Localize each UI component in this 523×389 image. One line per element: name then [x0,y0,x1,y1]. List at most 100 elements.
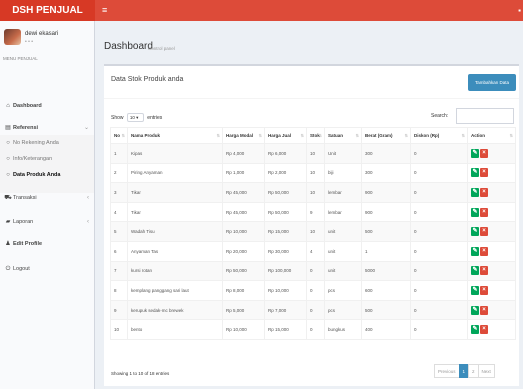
sort-icon: ⇅ [258,133,262,138]
sort-icon: ⇅ [509,133,513,138]
cell-product-name: kursi rotan [127,260,223,282]
edit-icon[interactable]: ✎ [471,246,479,256]
menu-header: MENU PENJUAL [3,56,38,61]
table-row: 1 Kipas Rp 4,000 Rp 6,000 10 Unit 300 0 ✎ × [110,143,516,164]
edit-icon[interactable]: ✎ [471,285,479,295]
cart-icon: ⛟ [4,195,12,201]
brand-logo[interactable]: DSH PENJUAL [0,0,95,21]
column-header[interactable]: Berat (Gram) ⇅ [361,127,411,144]
cell-sell-price: Rp 100,000 [264,260,307,282]
add-data-button[interactable]: Tambahkan Data [468,74,516,91]
sort-icon: ⇅ [404,133,408,138]
table-row: 5 Wadah Tisu Rp 10,000 Rp 15,000 10 unit 500 0 ✎… [110,221,516,242]
cell-row-number: 2 [110,162,128,184]
cell-product-name: Tikar [127,182,223,203]
top-navbar: DSH PENJUAL ≡ ▪ [0,0,523,21]
cell-cost-price: Rp 20,000 [222,240,265,262]
cell-sell-price: Rp 50,000 [264,201,307,223]
cell-weight: 5000 [361,260,411,282]
cell-discount: 0 [410,201,468,223]
delete-icon[interactable]: × [480,148,488,158]
cell-row-number: 3 [110,182,128,203]
cell-sell-price: Rp 15,000 [264,319,307,340]
delete-icon[interactable]: × [480,305,488,315]
sidebar-item-edit-profile[interactable]: ♟ Edit Profile [0,237,94,251]
table-row: 2 Piring Anyaman Rp 1,000 Rp 2,000 10 biji 300… [110,162,516,184]
cell-weight: 1 [361,240,411,262]
edit-icon[interactable]: ✎ [471,227,479,237]
cell-stock: 0 [306,319,325,340]
sort-icon: ⇅ [318,133,322,138]
cell-sell-price: Rp 10,000 [264,280,307,301]
delete-icon[interactable]: × [480,207,488,217]
cell-discount: 0 [410,319,468,340]
column-header[interactable]: Harga Modal ⇅ [222,127,265,144]
cell-row-number: 8 [110,280,128,301]
column-header[interactable]: Stok ⇅ [306,127,325,144]
edit-icon[interactable]: ✎ [471,325,479,335]
home-icon: ⌂ [6,103,10,109]
page-subtitle: Control panel [148,46,175,51]
cell-unit: lembar [324,201,362,223]
cell-weight: 300 [361,143,411,164]
cell-cost-price: Rp 1,000 [222,162,265,184]
delete-icon[interactable]: × [480,227,488,237]
cell-product-name: Wadah Tisu [127,221,223,242]
column-header[interactable]: Satuan ⇅ [324,127,362,144]
cell-discount: 0 [410,162,468,184]
sidebar-item-info-keterangan[interactable]: ○ Info/Keterangan [0,152,94,166]
column-header[interactable]: Action ⇅ [467,127,516,144]
column-header[interactable]: Harga Jual ⇅ [264,127,307,144]
column-header[interactable]: Nama Produk ⇅ [127,127,223,144]
cell-product-name: Tikar [127,201,223,223]
cell-product-name: Anyaman Tas [127,240,223,262]
column-header[interactable]: No ⇅ [110,127,128,144]
pagination-next[interactable]: Next [477,364,495,378]
search-input[interactable] [456,108,514,124]
sidebar-item-no-rekening[interactable]: ○ No Rekening Anda [0,136,94,150]
delete-icon[interactable]: × [480,325,488,335]
sort-icon: ⇅ [216,133,220,138]
cell-product-name: bento [127,319,223,340]
cell-weight: 900 [361,201,411,223]
cell-cost-price: Rp 4,000 [222,143,265,164]
sidebar-item-laporan[interactable]: ▰ Laporan ‹ [0,215,94,229]
sidebar-item-dashboard[interactable]: ⌂ Dashboard [0,99,94,113]
cell-unit: unit [324,260,362,282]
sidebar-item-data-produk[interactable]: ○ Data Produk Anda [0,168,94,182]
pagination: Previous 1 2 Next [434,364,495,378]
circle-icon: ○ [6,172,10,178]
delete-icon[interactable]: × [480,246,488,256]
table-row: 4 Tikar Rp 45,000 Rp 50,000 9 lembar 900 0 ✎ × [110,201,516,223]
pagination-previous[interactable]: Previous [434,364,460,378]
sidebar-item-transaksi[interactable]: ⛟ Transaksi ‹ [0,191,94,205]
edit-icon[interactable]: ✎ [471,305,479,315]
edit-icon[interactable]: ✎ [471,207,479,217]
delete-icon[interactable]: × [480,266,488,276]
delete-icon[interactable]: × [480,285,488,295]
cell-unit: unit [324,240,362,262]
table-row: 7 kursi rotan Rp 50,000 Rp 100,000 0 unit 5000… [110,260,516,282]
user-status: • • • [25,39,34,45]
edit-icon[interactable]: ✎ [471,266,479,276]
cell-unit: unit [324,221,362,242]
edit-icon[interactable]: ✎ [471,168,479,178]
edit-icon[interactable]: ✎ [471,148,479,158]
product-stock-box: Data Stok Produk anda Tambahkan Data Sho… [104,64,519,386]
sidebar-item-logout[interactable]: ⏻ Logout [0,262,94,276]
column-header[interactable]: Diskon (Rp) ⇅ [410,127,468,144]
sort-icon: ⇅ [121,133,125,138]
delete-icon[interactable]: × [480,168,488,178]
entries-select[interactable]: 10 ▾ [126,113,144,122]
cell-stock: 10 [306,162,325,184]
list-icon: ▤ [5,125,11,131]
delete-icon[interactable]: × [480,187,488,197]
cell-stock: 0 [306,299,325,321]
cell-actions: ✎ × [467,182,516,203]
sidebar-item-referensi[interactable]: ▤ Referensi ⌄ [0,121,94,135]
cell-cost-price: Rp 5,000 [222,299,265,321]
cell-row-number: 4 [110,201,128,223]
edit-icon[interactable]: ✎ [471,187,479,197]
user-menu-icon[interactable]: ▪ [518,0,521,21]
sidebar-toggle-icon[interactable]: ≡ [102,0,107,21]
